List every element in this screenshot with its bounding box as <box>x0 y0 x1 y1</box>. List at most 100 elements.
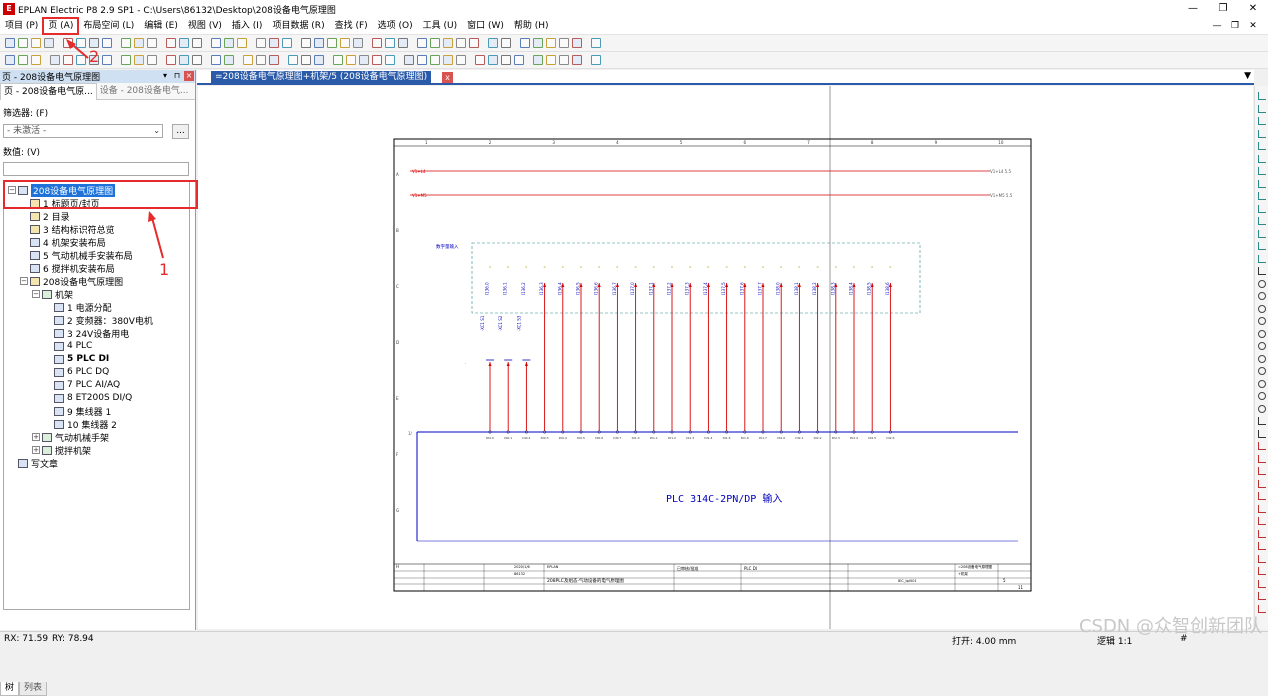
tree-item[interactable]: − 机架 <box>32 288 73 301</box>
symbol-tool-icon[interactable] <box>1258 367 1266 375</box>
toolbar-button-icon[interactable] <box>256 55 266 65</box>
toolbar-button-icon[interactable] <box>102 55 112 65</box>
toolbar-button-icon[interactable] <box>282 38 292 48</box>
toolbar-button-icon[interactable] <box>31 38 41 48</box>
toolbar-button-icon[interactable] <box>192 55 202 65</box>
symbol-tool-icon[interactable] <box>1258 317 1266 325</box>
toolbar-button-icon[interactable] <box>359 55 369 65</box>
symbol-tool-icon[interactable] <box>1258 542 1266 550</box>
symbol-tool-icon[interactable] <box>1258 129 1266 138</box>
toolbar-button-icon[interactable] <box>166 38 176 48</box>
symbol-tool-icon[interactable] <box>1258 104 1266 113</box>
toolbar-button-icon[interactable] <box>224 55 234 65</box>
symbol-tool-icon[interactable] <box>1258 517 1266 525</box>
toolbar-button-icon[interactable] <box>224 38 234 48</box>
toolbar-button-icon[interactable] <box>269 38 279 48</box>
toolbar-button-icon[interactable] <box>340 38 350 48</box>
toolbar-button-icon[interactable] <box>533 55 543 65</box>
toolbar-button-icon[interactable] <box>237 38 247 48</box>
toolbar-button-icon[interactable] <box>430 55 440 65</box>
toolbar-button-icon[interactable] <box>134 38 144 48</box>
symbol-tool-icon[interactable] <box>1258 354 1266 363</box>
symbol-tool-icon[interactable] <box>1258 429 1266 438</box>
tree-item[interactable]: 9 集线器 1 <box>44 405 111 418</box>
tree-item[interactable]: − 208设备电气原理图 <box>20 275 123 288</box>
toolbar-button-icon[interactable] <box>147 38 157 48</box>
tree-item[interactable]: 5 气动机械手安装布局 <box>20 249 133 262</box>
symbol-tool-icon[interactable] <box>1258 254 1266 263</box>
symbol-tool-icon[interactable] <box>1258 529 1266 538</box>
tree-item[interactable]: 3 24V设备用电 <box>44 327 129 340</box>
toolbar-button-icon[interactable] <box>572 38 582 48</box>
symbol-tool-icon[interactable] <box>1258 154 1266 163</box>
tree-item[interactable]: + 搅拌机架 <box>32 444 91 457</box>
tree-item[interactable]: + 气动机械手架 <box>32 431 109 444</box>
expand-icon[interactable]: + <box>32 446 40 454</box>
toolbar-button-icon[interactable] <box>398 38 408 48</box>
toolbar-button-icon[interactable] <box>314 55 324 65</box>
menu-window[interactable]: 窗口 (W) <box>462 18 509 34</box>
toolbar-button-icon[interactable] <box>256 38 266 48</box>
symbol-tool-icon[interactable] <box>1258 454 1266 463</box>
tree-item[interactable]: 4 机架安装布局 <box>20 236 106 249</box>
toolbar-button-icon[interactable] <box>346 55 356 65</box>
toolbar-button-icon[interactable] <box>572 55 582 65</box>
tab-device[interactable]: 设备 - 208设备电气... <box>97 83 192 99</box>
menu-project-data[interactable]: 项目数据 (R) <box>267 18 329 34</box>
symbol-tool-icon[interactable] <box>1258 292 1266 300</box>
symbol-tool-icon[interactable] <box>1258 592 1266 600</box>
symbol-tool-icon[interactable] <box>1258 492 1266 500</box>
toolbar-button-icon[interactable] <box>488 55 498 65</box>
mdi-close-button[interactable]: ✕ <box>1244 18 1262 34</box>
tree-item[interactable]: 6 搅拌机安装布局 <box>20 262 115 275</box>
toolbar-button-icon[interactable] <box>243 55 253 65</box>
toolbar-button-icon[interactable] <box>179 38 189 48</box>
toolbar-button-icon[interactable] <box>63 55 73 65</box>
tab-list[interactable]: 列表 <box>19 682 48 696</box>
collapse-icon[interactable]: − <box>32 290 40 298</box>
toolbar-button-icon[interactable] <box>5 38 15 48</box>
tab-tree[interactable]: 树 <box>0 682 20 696</box>
toolbar-button-icon[interactable] <box>475 55 485 65</box>
menu-options[interactable]: 选项 (O) <box>373 18 418 34</box>
symbol-tool-icon[interactable] <box>1258 142 1266 150</box>
tree-item[interactable]: 5 PLC DI <box>44 353 109 365</box>
toolbar-button-icon[interactable] <box>192 38 202 48</box>
toolbar-button-icon[interactable] <box>166 55 176 65</box>
toolbar-button-icon[interactable] <box>121 38 131 48</box>
number-input[interactable] <box>3 162 189 176</box>
toolbar-button-icon[interactable] <box>269 55 279 65</box>
toolbar-button-icon[interactable] <box>456 38 466 48</box>
toolbar-button-icon[interactable] <box>456 55 466 65</box>
toolbar-button-icon[interactable] <box>44 38 54 48</box>
toolbar-button-icon[interactable] <box>417 55 427 65</box>
symbol-tool-icon[interactable] <box>1258 192 1266 200</box>
tree-item[interactable]: 2 目录 <box>20 210 70 223</box>
symbol-tool-icon[interactable] <box>1258 204 1266 213</box>
toolbar-button-icon[interactable] <box>546 38 556 48</box>
toolbar-button-icon[interactable] <box>211 38 221 48</box>
panel-close-icon[interactable]: × <box>184 71 194 81</box>
toolbar-button-icon[interactable] <box>546 55 556 65</box>
toolbar-button-icon[interactable] <box>31 55 41 65</box>
toolbar-button-icon[interactable] <box>314 38 324 48</box>
toolbar-button-icon[interactable] <box>76 38 86 48</box>
toolbar-button-icon[interactable] <box>514 55 524 65</box>
menu-find[interactable]: 查找 (F) <box>330 18 373 34</box>
panel-menu-icon[interactable]: ▾ <box>160 71 170 81</box>
tree-item[interactable]: 6 PLC DQ <box>44 366 109 378</box>
toolbar-button-icon[interactable] <box>102 38 112 48</box>
symbol-tool-icon[interactable] <box>1258 304 1266 313</box>
tree-item[interactable]: 7 PLC AI/AQ <box>44 379 120 391</box>
menu-edit[interactable]: 编辑 (E) <box>139 18 183 34</box>
toolbar-button-icon[interactable] <box>443 55 453 65</box>
maximize-button[interactable]: ❐ <box>1208 0 1238 18</box>
symbol-tool-icon[interactable] <box>1258 279 1266 288</box>
schematic-canvas[interactable]: 1 2 3 4 5 6 7 8 9 10 A B C D E F G H V1+L4 V1+L4 5.5 V1+… <box>198 86 1253 629</box>
toolbar-button-icon[interactable] <box>211 55 221 65</box>
tree-item[interactable]: 4 PLC <box>44 340 92 352</box>
symbol-tool-icon[interactable] <box>1258 554 1266 563</box>
toolbar-button-icon[interactable] <box>18 38 28 48</box>
document-close-button[interactable]: x <box>442 72 453 83</box>
symbol-tool-icon[interactable] <box>1258 229 1266 238</box>
